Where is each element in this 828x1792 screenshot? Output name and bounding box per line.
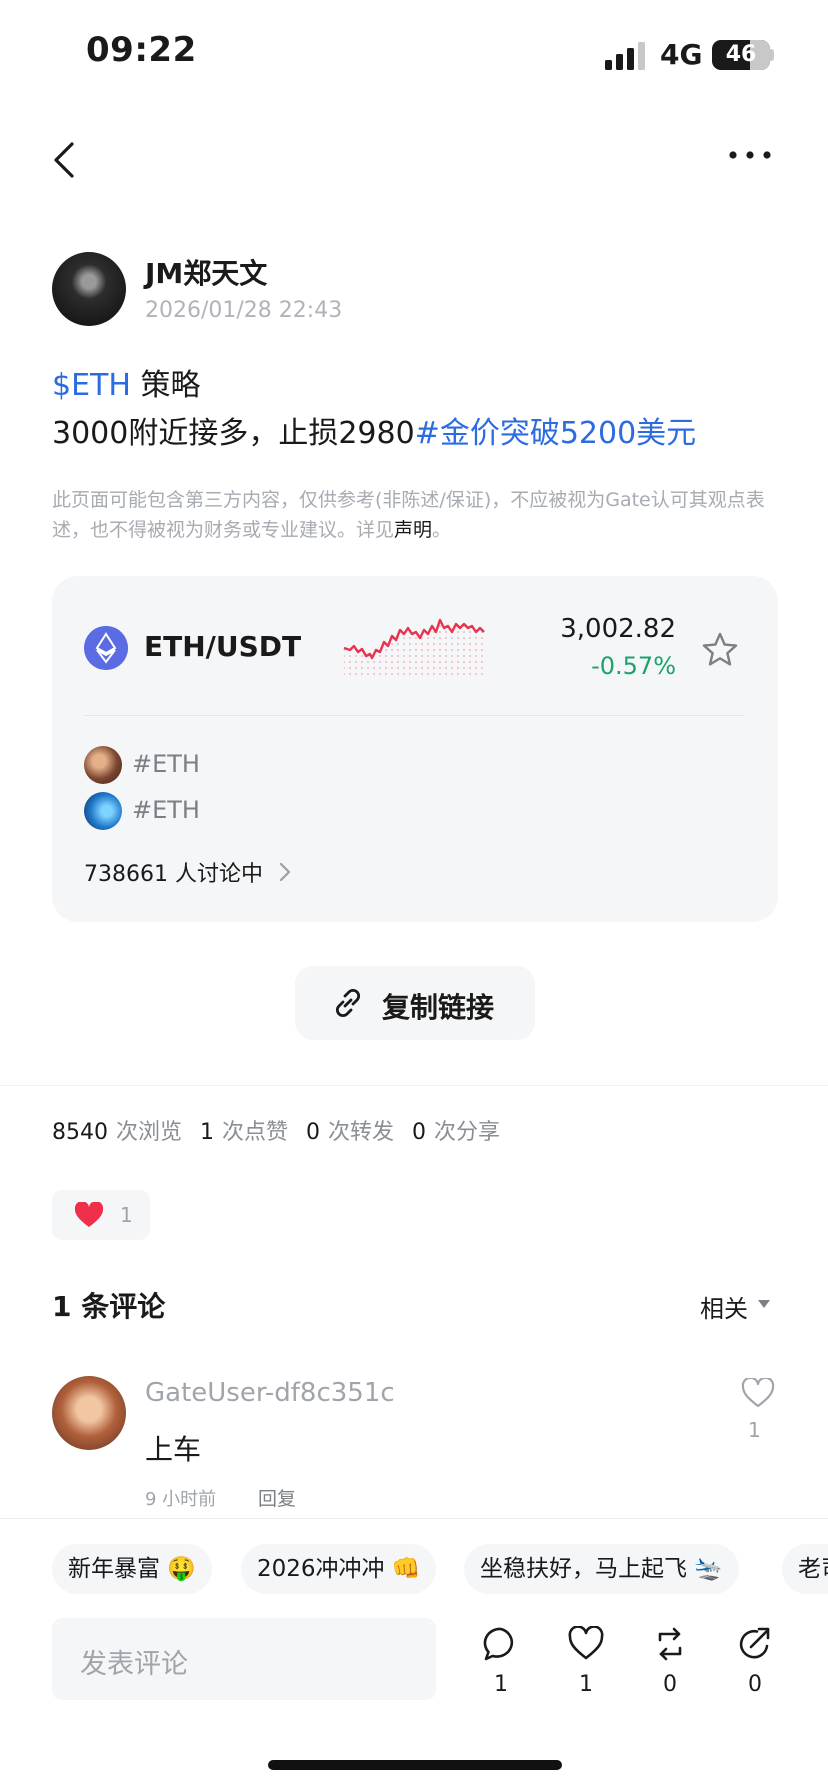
ticker-tag-link[interactable]: $ETH: [52, 368, 131, 403]
topic-tag[interactable]: #ETH: [132, 750, 200, 778]
topic-avatar: [84, 792, 122, 830]
shares-label: 次分享: [434, 1120, 501, 1145]
share-icon[interactable]: [737, 1626, 773, 1662]
ticker-change: -0.57%: [591, 652, 676, 680]
reposts-count: 0: [306, 1120, 321, 1145]
post-text-body: 3000附近接多，止损2980: [52, 416, 415, 451]
topic-avatar: [84, 746, 122, 784]
disclaimer-end: 。: [432, 519, 452, 541]
trading-pair[interactable]: ETH/USDT: [144, 630, 301, 663]
quick-reply-chip[interactable]: 新年暴富 🤑: [52, 1544, 212, 1594]
ticker-price: 3,002.82: [560, 614, 676, 644]
post-text-line2: 3000附近接多，止损2980#金价突破5200美元: [52, 408, 696, 452]
shares-count: 0: [412, 1120, 427, 1145]
card-divider: [84, 715, 744, 716]
disclaimer: 此页面可能包含第三方内容，仅供参考(非陈述/保证)，不应被视为Gate认可其观点…: [52, 485, 782, 545]
comments-title: 1 条评论: [52, 1290, 166, 1323]
eth-coin-icon: [84, 626, 128, 670]
battery-icon: 46: [712, 40, 770, 70]
repost-count: 0: [663, 1672, 677, 1697]
battery-tip: [770, 49, 774, 61]
quick-reply-chip[interactable]: 坐稳扶好，马上起飞 🛬: [464, 1544, 739, 1594]
repost-icon[interactable]: [652, 1626, 688, 1662]
topic-tag[interactable]: #ETH: [132, 796, 200, 824]
section-divider: [0, 1085, 828, 1086]
commenter-name[interactable]: GateUser-df8c351c: [145, 1378, 395, 1408]
sort-selector[interactable]: 相关: [700, 1289, 748, 1324]
more-options-icon[interactable]: [728, 148, 772, 162]
post-text-line1: $ETH 策略: [52, 360, 200, 404]
favorite-star-icon[interactable]: [700, 630, 740, 670]
chevron-right-icon: [279, 862, 291, 882]
status-time: 09:22: [86, 30, 197, 70]
bottom-divider: [0, 1518, 828, 1519]
like-icon[interactable]: [568, 1626, 604, 1662]
signal-icon: [605, 42, 645, 70]
caret-down-icon[interactable]: [758, 1300, 770, 1308]
post-stats: 8540 次浏览 1 次点赞 0 次转发 0 次分享: [52, 1114, 518, 1146]
likes-label: 次点赞: [222, 1120, 289, 1145]
reposts-label: 次转发: [328, 1120, 395, 1145]
link-icon: [335, 988, 361, 1018]
quick-reply-chip[interactable]: 老司: [782, 1544, 828, 1594]
home-indicator[interactable]: [268, 1760, 562, 1770]
reaction-count: 1: [120, 1203, 133, 1227]
copy-link-label: 复制链接: [382, 991, 495, 1024]
heart-filled-icon: [74, 1202, 104, 1227]
views-count: 8540: [52, 1120, 108, 1145]
comment-count: 1: [494, 1672, 508, 1697]
author-name[interactable]: JM郑天文: [145, 252, 267, 292]
like-count: 1: [579, 1672, 593, 1697]
comment-like-count: 1: [748, 1418, 761, 1442]
author-avatar[interactable]: [52, 252, 126, 326]
comment-text: 上车: [145, 1433, 202, 1466]
comment-placeholder: 发表评论: [80, 1649, 188, 1680]
comment-time: 9 小时前: [145, 1489, 217, 1510]
post-date: 2026/01/28 22:43: [145, 298, 343, 323]
battery-level: 46: [725, 42, 757, 67]
post-text-strategy: 策略: [130, 368, 201, 403]
discussion-count[interactable]: 738661 人讨论中: [84, 856, 263, 888]
network-type: 4G: [660, 38, 703, 71]
reply-button[interactable]: 回复: [258, 1484, 296, 1511]
likes-count: 1: [200, 1120, 215, 1145]
heart-outline-icon[interactable]: [741, 1378, 775, 1408]
back-arrow-icon[interactable]: [50, 140, 80, 180]
hashtag-link[interactable]: #金价突破5200美元: [415, 416, 696, 451]
commenter-avatar[interactable]: [52, 1376, 126, 1450]
comment-icon[interactable]: [483, 1626, 519, 1662]
quick-reply-chip[interactable]: 2026冲冲冲 👊: [241, 1544, 437, 1594]
price-sparkline: [343, 618, 485, 676]
views-label: 次浏览: [116, 1120, 183, 1145]
share-count: 0: [748, 1672, 762, 1697]
disclaimer-link[interactable]: 声明: [394, 519, 432, 541]
